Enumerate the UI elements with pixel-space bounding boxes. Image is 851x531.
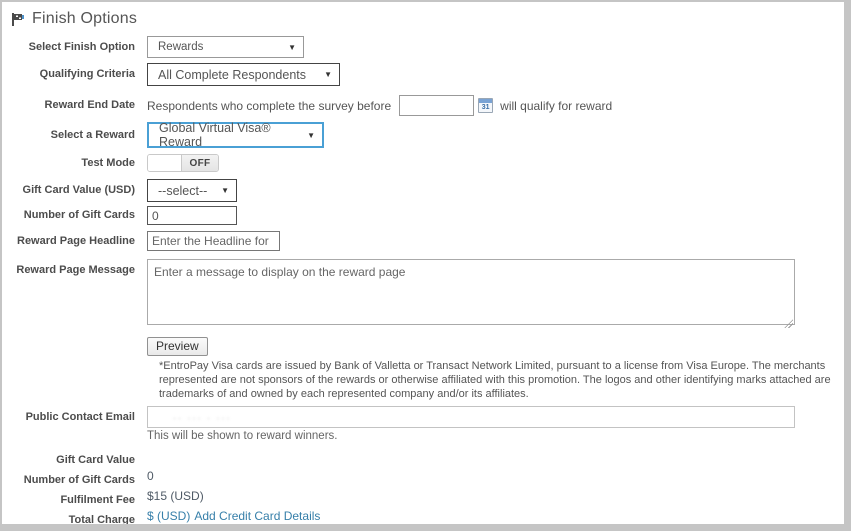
row-public-contact-email: Public Contact Email ·· ··· · ··· This w…: [14, 406, 844, 442]
row-qualifying-criteria: Qualifying Criteria All Complete Respond…: [14, 63, 844, 86]
reward-page-message-label: Reward Page Message: [14, 259, 147, 277]
number-of-gift-cards-input[interactable]: [147, 206, 237, 225]
finish-options-panel: Finish Options Select Finish Option Rewa…: [0, 0, 851, 531]
row-preview: Preview: [14, 337, 844, 356]
toggle-state-label: OFF: [182, 155, 218, 171]
finish-option-select[interactable]: Rewards ▼: [147, 36, 304, 58]
finish-option-selected-value: Rewards: [158, 41, 203, 53]
row-reward-end-date: Reward End Date Respondents who complete…: [14, 95, 844, 116]
row-reward-page-headline: Reward Page Headline: [14, 231, 844, 251]
end-date-suffix-text: will qualify for reward: [500, 99, 612, 113]
end-date-prefix-text: Respondents who complete the survey befo…: [147, 99, 391, 113]
calendar-icon[interactable]: 31: [478, 98, 493, 113]
charge-summary: Gift Card Value Number of Gift Cards 0 F…: [14, 449, 844, 529]
test-mode-toggle[interactable]: OFF: [147, 154, 219, 172]
reward-end-date-label: Reward End Date: [14, 99, 147, 112]
public-contact-email-label: Public Contact Email: [14, 406, 147, 424]
gift-card-value-label: Gift Card Value (USD): [14, 184, 147, 197]
reward-end-date-input[interactable]: [399, 95, 474, 116]
qualifying-criteria-label: Qualifying Criteria: [14, 68, 147, 81]
chevron-down-icon: ▼: [307, 131, 315, 140]
summary-value: $15 (USD): [147, 489, 204, 503]
summary-row-number-of-gift-cards: Number of Gift Cards 0: [14, 469, 844, 489]
summary-value: 0: [147, 469, 154, 483]
page-header: Finish Options: [2, 2, 844, 34]
summary-label: Fulfilment Fee: [14, 489, 147, 507]
preview-button[interactable]: Preview: [147, 337, 208, 356]
reward-page-headline-label: Reward Page Headline: [14, 235, 147, 248]
row-select-finish-option: Select Finish Option Rewards ▼: [14, 36, 844, 58]
public-contact-email-helper: This will be shown to reward winners.: [147, 430, 795, 442]
toggle-knob: [148, 155, 182, 171]
gift-card-value-selected-value: --select--: [158, 184, 207, 198]
number-of-gift-cards-label: Number of Gift Cards: [14, 209, 147, 222]
finish-option-label: Select Finish Option: [14, 41, 147, 54]
chevron-down-icon: ▼: [288, 43, 296, 52]
select-reward-selected-value: Global Virtual Visa® Reward: [159, 121, 297, 149]
public-contact-email-input[interactable]: [147, 406, 795, 428]
summary-row-gift-card-value: Gift Card Value: [14, 449, 844, 469]
summary-label: Total Charge: [14, 509, 147, 527]
row-test-mode: Test Mode OFF: [14, 154, 844, 172]
add-credit-card-link[interactable]: Add Credit Card Details: [194, 509, 320, 523]
qualifying-criteria-selected-value: All Complete Respondents: [158, 68, 306, 82]
row-select-reward: Select a Reward Global Virtual Visa® Rew…: [14, 122, 844, 148]
qualifying-criteria-select[interactable]: All Complete Respondents ▼: [147, 63, 340, 86]
row-number-of-gift-cards: Number of Gift Cards: [14, 206, 844, 225]
row-gift-card-value: Gift Card Value (USD) --select-- ▼: [14, 179, 844, 202]
finish-options-form: Select Finish Option Rewards ▼ Qualifyin…: [2, 36, 844, 531]
chevron-down-icon: ▼: [324, 70, 332, 79]
row-reward-page-message: Reward Page Message: [14, 259, 844, 330]
resize-grip-icon[interactable]: [784, 319, 793, 328]
test-mode-label: Test Mode: [14, 157, 147, 170]
summary-row-fulfilment-fee: Fulfilment Fee $15 (USD): [14, 489, 844, 509]
page-title: Finish Options: [32, 10, 137, 28]
reward-disclaimer-text: *EntroPay Visa cards are issued by Bank …: [159, 359, 851, 401]
select-reward-label: Select a Reward: [14, 129, 147, 142]
summary-row-total-charge: Total Charge $ (USD) Add Credit Card Det…: [14, 509, 844, 529]
finish-flag-icon: [10, 12, 25, 27]
chevron-down-icon: ▼: [221, 186, 229, 195]
select-reward-select[interactable]: Global Virtual Visa® Reward ▼: [147, 122, 324, 148]
reward-page-headline-input[interactable]: [147, 231, 280, 251]
summary-label: Gift Card Value: [14, 449, 147, 467]
summary-label: Number of Gift Cards: [14, 469, 147, 487]
summary-value: $ (USD): [147, 509, 190, 523]
gift-card-value-select[interactable]: --select-- ▼: [147, 179, 237, 202]
reward-page-message-textarea[interactable]: [147, 259, 795, 325]
